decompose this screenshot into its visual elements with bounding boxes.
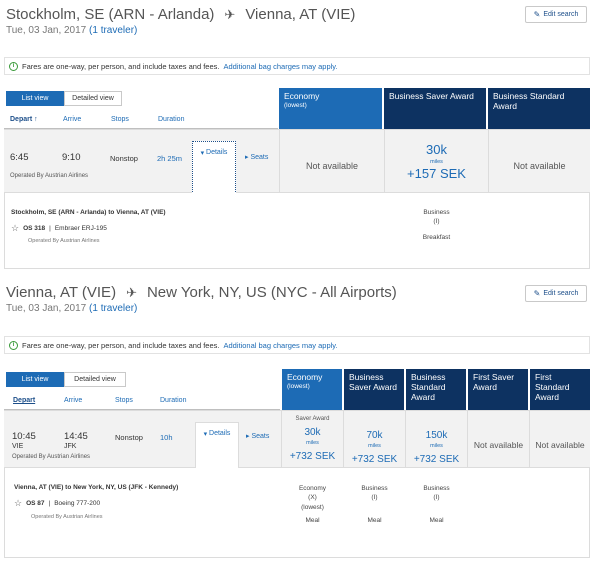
depart-time: 10:45: [12, 431, 36, 442]
bag-charges-link[interactable]: Additional bag charges may apply.: [223, 62, 337, 71]
segment2-sort-row: Depart Arrive Stops Duration: [4, 394, 280, 410]
segment2-details-button[interactable]: ▾ Details: [195, 422, 239, 469]
segment2-col-business-saver: Business Saver Award: [344, 369, 404, 410]
depart-code: VIE: [12, 443, 24, 450]
sort-up-icon: ↑: [34, 116, 38, 123]
segment2-price-business-standard[interactable]: 150k miles +732 SEK: [406, 425, 467, 467]
segment2-col-economy: Economy (lowest): [282, 369, 342, 410]
sort-duration[interactable]: Duration: [158, 116, 184, 123]
detailed-view-button[interactable]: Detailed view: [64, 372, 126, 387]
plane-icon: ✈: [224, 6, 236, 22]
segment2-detail-flight: ☆ OS 87 | Boeing 777-200: [14, 498, 101, 509]
segment1-travelers-link[interactable]: (1 traveler): [89, 25, 137, 36]
segment2-travelers-link[interactable]: (1 traveler): [89, 303, 137, 314]
segment1-detail-route: Stockholm, SE (ARN - Arlanda) to Vienna,…: [11, 209, 166, 216]
segment2-detail-operator: Operated By Austrian Airlines: [31, 514, 103, 520]
depart-time: 6:45: [10, 152, 29, 163]
segment1-sort-row: Depart ↑ Arrive Stops Duration: [4, 113, 278, 129]
segment2-col-first-standard: First Standard Award: [530, 369, 590, 410]
segment1-detail-flight: ☆ OS 318 | Embraer ERJ-195: [11, 223, 107, 234]
segment1-col-economy: Economy (lowest): [279, 88, 382, 129]
segment1-details-button[interactable]: ▾ Details: [192, 141, 236, 194]
segment1-price-business-saver[interactable]: 30k miles +157 SEK: [385, 141, 488, 183]
segment2-price-first-standard: Not available: [535, 440, 585, 450]
segment1-origin: Stockholm, SE (ARN - Arlanda): [6, 6, 215, 23]
segment2-cabin-business-saver: Business (I) Meal: [361, 485, 388, 524]
detailed-view-button[interactable]: Detailed view: [64, 91, 122, 106]
segment1-price-economy: Not available: [305, 161, 359, 171]
segment2-detail-route: Vienna, AT (VIE) to New York, NY, US (JF…: [14, 484, 179, 491]
stops: Nonstop: [115, 433, 143, 442]
edit-search-label: Edit search: [543, 290, 579, 297]
arrive-code: JFK: [64, 443, 77, 450]
segment2-destination: New York, NY, US (NYC - All Airports): [146, 284, 397, 301]
segment2-fare-note: i Fares are one-way, per person, and inc…: [4, 336, 590, 354]
segment1-date: Tue, 03 Jan, 2017: [6, 25, 87, 36]
segment2-col-business-standard: Business Standard Award: [406, 369, 466, 410]
segment2-route-title: Vienna, AT (VIE) ✈ New York, NY, US (NYC…: [6, 284, 397, 301]
segment1-edit-search-button[interactable]: ✎ Edit search: [525, 6, 587, 23]
sort-depart[interactable]: Depart: [13, 397, 35, 404]
segment1-date-line: Tue, 03 Jan, 2017 (1 traveler): [6, 25, 137, 36]
list-view-button[interactable]: List view: [6, 372, 64, 387]
sort-duration[interactable]: Duration: [160, 397, 186, 404]
caret-down-icon: ▾: [203, 431, 208, 438]
sort-stops[interactable]: Stops: [115, 397, 133, 404]
edit-search-label: Edit search: [543, 11, 579, 18]
info-icon: i: [9, 61, 18, 71]
segment1-route-title: Stockholm, SE (ARN - Arlanda) ✈ Vienna, …: [6, 6, 355, 23]
duration: 10h: [160, 433, 173, 442]
caret-down-icon: ▾: [200, 150, 205, 157]
info-icon: i: [9, 340, 18, 350]
pencil-icon: ✎: [533, 10, 541, 19]
segment1-col-business-standard: Business Standard Award: [488, 88, 590, 129]
segment1-view-toggle: List view Detailed view: [6, 91, 122, 106]
operator: Operated By Austrian Airlines: [12, 454, 91, 460]
segment1-detail-operator: Operated By Austrian Airlines: [28, 238, 100, 244]
segment2-edit-search-button[interactable]: ✎ Edit search: [525, 285, 587, 302]
star-icon[interactable]: ☆: [11, 223, 19, 234]
sort-arrive[interactable]: Arrive: [63, 116, 81, 123]
fare-note-text: Fares are one-way, per person, and inclu…: [22, 340, 220, 350]
segment2-price-economy[interactable]: Saver Award 30k miles +732 SEK: [282, 416, 343, 464]
segment1-destination: Vienna, AT (VIE): [245, 6, 356, 23]
segment1-fare-note: i Fares are one-way, per person, and inc…: [4, 57, 590, 75]
stops: Nonstop: [110, 154, 138, 163]
segment2-cabin-economy: Economy (X) (lowest) Meal: [298, 485, 327, 525]
segment1-col-business-saver: Business Saver Award: [384, 88, 486, 129]
segment2-col-first-saver: First Saver Award: [468, 369, 528, 410]
arrive-time: 14:45: [64, 431, 88, 442]
segment2-price-first-saver: Not available: [473, 440, 524, 450]
segment1-price-business-standard: Not available: [513, 161, 566, 171]
arrive-time: 9:10: [62, 152, 81, 163]
sort-arrive[interactable]: Arrive: [64, 397, 82, 404]
segment2-date: Tue, 03 Jan, 2017: [6, 303, 87, 314]
operator: Operated By Austrian Airlines: [10, 173, 89, 179]
list-view-button[interactable]: List view: [6, 91, 64, 106]
segment2-view-toggle: List view Detailed view: [6, 372, 126, 387]
bag-charges-link[interactable]: Additional bag charges may apply.: [223, 341, 337, 350]
segment2-cabin-business-standard: Business (I) Meal: [423, 485, 450, 524]
fare-note-text: Fares are one-way, per person, and inclu…: [22, 61, 220, 71]
pencil-icon: ✎: [533, 289, 541, 298]
duration: 2h 25m: [157, 154, 183, 163]
segment2-date-line: Tue, 03 Jan, 2017 (1 traveler): [6, 303, 137, 314]
segment2-price-business-saver[interactable]: 70k miles +732 SEK: [344, 425, 405, 467]
sort-stops[interactable]: Stops: [111, 116, 129, 123]
seats-link[interactable]: ▸ Seats: [246, 432, 269, 440]
segment1-cabin-business-saver: Business (I) Breakfast: [422, 209, 451, 241]
seats-link[interactable]: ▸ Seats: [245, 153, 268, 161]
sort-depart[interactable]: Depart ↑: [10, 116, 38, 123]
star-icon[interactable]: ☆: [14, 498, 22, 509]
segment2-origin: Vienna, AT (VIE): [6, 284, 117, 301]
plane-icon: ✈: [126, 284, 137, 300]
